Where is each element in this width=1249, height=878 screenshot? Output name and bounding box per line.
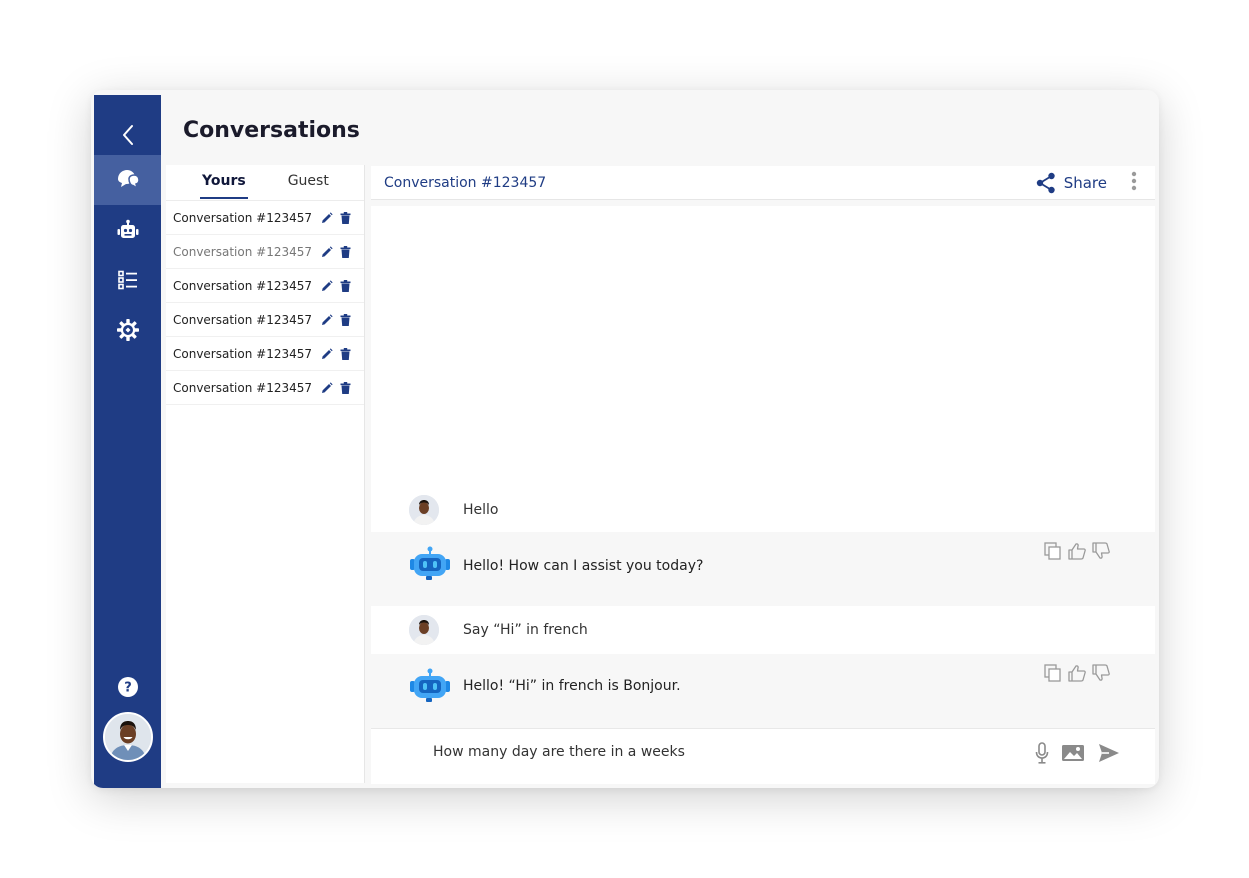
message-actions xyxy=(1043,542,1111,564)
share-button[interactable]: Share xyxy=(1036,172,1107,194)
sidebar-item-settings[interactable] xyxy=(94,305,161,355)
conversation-item[interactable]: Conversation #123457 xyxy=(166,201,364,235)
pencil-icon[interactable] xyxy=(318,347,336,360)
send-icon[interactable] xyxy=(1097,742,1121,768)
chat-thread: Hello Hello! How can I assist you today? xyxy=(371,206,1155,728)
sidebar-item-conversations[interactable] xyxy=(94,155,161,205)
chevron-left-icon xyxy=(122,125,133,145)
composer-tools xyxy=(1035,742,1121,768)
thumbs-down-icon[interactable] xyxy=(1091,664,1111,686)
page-title: Conversations xyxy=(183,118,360,143)
message-text: Say “Hi” in french xyxy=(463,622,588,638)
user-message: Say “Hi” in french xyxy=(371,606,1155,654)
message-actions xyxy=(1043,664,1111,686)
user-avatar xyxy=(409,615,439,645)
message-text: Hello! “Hi” in french is Bonjour. xyxy=(463,678,681,694)
thumbs-down-icon[interactable] xyxy=(1091,542,1111,564)
message-composer xyxy=(371,728,1155,784)
conversation-label: Conversation #123457 xyxy=(173,346,313,361)
chat-bubbles-icon xyxy=(117,170,140,190)
help-circle-icon: ? xyxy=(117,677,138,697)
conversation-list-panel: Yours Guest Conversation #123457 Convers… xyxy=(166,165,365,783)
conversation-item[interactable]: Conversation #123457 xyxy=(166,371,364,405)
bot-message: Hello! How can I assist you today? xyxy=(371,532,1155,606)
tab-guest[interactable]: Guest xyxy=(288,165,329,199)
user-avatar xyxy=(409,495,439,525)
robot-icon xyxy=(117,219,138,238)
thumbs-up-icon[interactable] xyxy=(1067,542,1087,564)
list-icon xyxy=(117,270,137,290)
trash-icon[interactable] xyxy=(336,313,354,326)
conversation-item[interactable]: Conversation #123457 xyxy=(166,235,364,269)
conversation-item[interactable]: Conversation #123457 xyxy=(166,337,364,371)
share-icon xyxy=(1036,172,1055,193)
conversation-label: Conversation #123457 xyxy=(173,244,313,259)
kebab-menu-icon xyxy=(1131,171,1137,190)
bot-avatar-icon xyxy=(410,546,450,580)
conversation-label: Conversation #123457 xyxy=(173,210,313,225)
tab-yours[interactable]: Yours xyxy=(200,165,248,199)
bot-message: Hello! “Hi” in french is Bonjour. xyxy=(371,654,1155,728)
sidebar-rail: ? xyxy=(94,95,161,788)
image-icon[interactable] xyxy=(1061,743,1085,767)
conversation-label: Conversation #123457 xyxy=(173,278,313,293)
app-window: ? Conversations Yours Guest Conversation… xyxy=(91,90,1159,788)
sidebar-item-bots[interactable] xyxy=(94,205,161,255)
svg-text:?: ? xyxy=(124,681,132,696)
pencil-icon[interactable] xyxy=(318,245,336,258)
pencil-icon[interactable] xyxy=(318,211,336,224)
chat-header: Conversation #123457 Share xyxy=(371,166,1155,200)
tab-bar: Yours Guest xyxy=(166,165,364,201)
copy-icon[interactable] xyxy=(1043,542,1063,564)
conversation-label: Conversation #123457 xyxy=(173,312,313,327)
message-input[interactable] xyxy=(433,744,993,760)
message-text: Hello xyxy=(463,502,499,518)
pencil-icon[interactable] xyxy=(318,381,336,394)
trash-icon[interactable] xyxy=(336,347,354,360)
conversation-item[interactable]: Conversation #123457 xyxy=(166,269,364,303)
bot-avatar-icon xyxy=(410,668,450,702)
message-text: Hello! How can I assist you today? xyxy=(463,558,704,574)
user-message: Hello xyxy=(371,488,1155,532)
thumbs-up-icon[interactable] xyxy=(1067,664,1087,686)
user-avatar[interactable] xyxy=(103,712,153,762)
trash-icon[interactable] xyxy=(336,279,354,292)
trash-icon[interactable] xyxy=(336,245,354,258)
sidebar-item-list[interactable] xyxy=(94,255,161,305)
conversation-title: Conversation #123457 xyxy=(384,174,547,191)
gear-icon xyxy=(116,319,139,341)
trash-icon[interactable] xyxy=(336,381,354,394)
more-options-button[interactable] xyxy=(1131,171,1137,195)
help-button[interactable]: ? xyxy=(94,662,161,712)
back-button[interactable] xyxy=(94,110,161,160)
share-label: Share xyxy=(1063,173,1107,192)
conversation-label: Conversation #123457 xyxy=(173,380,313,395)
trash-icon[interactable] xyxy=(336,211,354,224)
pencil-icon[interactable] xyxy=(318,279,336,292)
microphone-icon[interactable] xyxy=(1035,742,1049,768)
copy-icon[interactable] xyxy=(1043,664,1063,686)
pencil-icon[interactable] xyxy=(318,313,336,326)
conversation-item[interactable]: Conversation #123457 xyxy=(166,303,364,337)
